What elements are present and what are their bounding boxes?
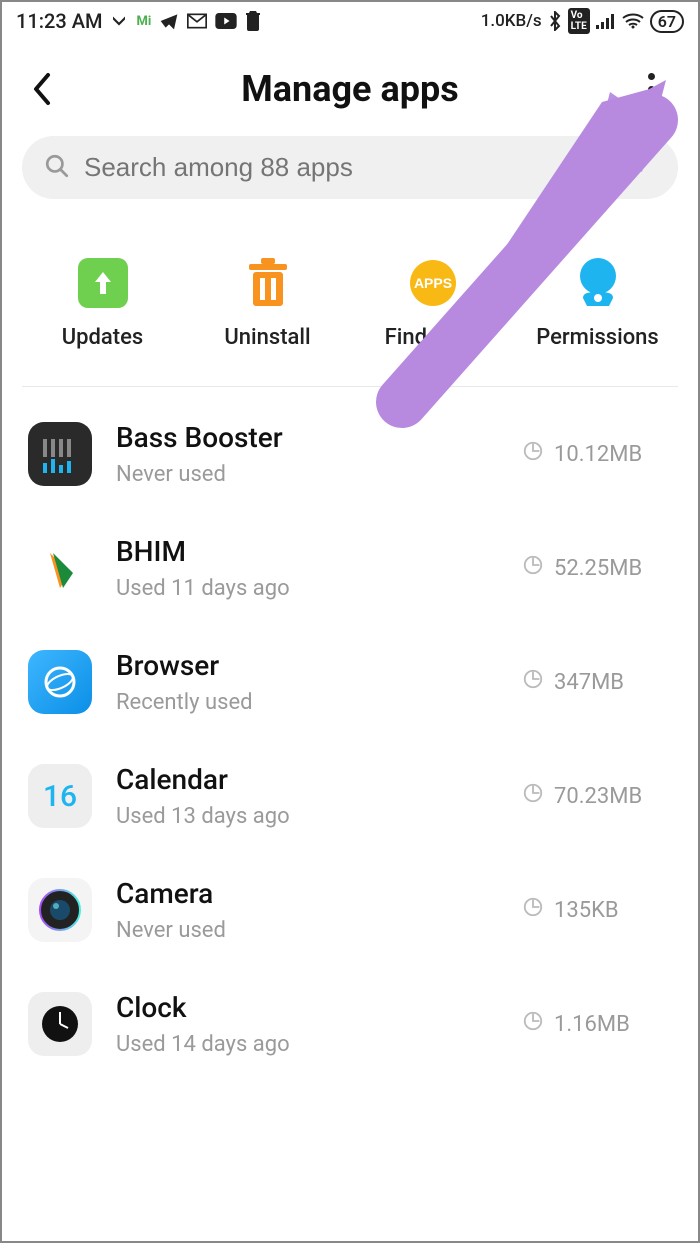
search-input[interactable] — [84, 152, 656, 183]
find-apps-button[interactable]: APPS Find apps — [358, 255, 508, 350]
storage-icon — [522, 782, 544, 810]
search-bar[interactable] — [22, 136, 678, 199]
gmail-icon — [187, 13, 207, 29]
app-size: 135KB — [554, 898, 619, 923]
app-usage: Used 13 days ago — [116, 804, 498, 829]
app-name: Calendar — [116, 763, 498, 796]
permissions-label: Permissions — [536, 325, 659, 350]
app-usage: Never used — [116, 462, 498, 487]
cast-icon — [110, 12, 128, 30]
storage-icon — [522, 440, 544, 468]
app-usage: Used 14 days ago — [116, 1032, 498, 1057]
svg-text:APPS: APPS — [413, 275, 451, 291]
find-apps-icon: APPS — [405, 255, 461, 311]
updates-button[interactable]: Updates — [28, 255, 178, 350]
app-size: 1.16MB — [554, 1012, 630, 1037]
app-name: Clock — [116, 991, 498, 1024]
more-options-button[interactable] — [634, 73, 670, 106]
app-row-calendar[interactable]: 16 Calendar Used 13 days ago 70.23MB — [22, 739, 678, 853]
clock-icon — [28, 992, 92, 1056]
uninstall-label: Uninstall — [224, 325, 310, 350]
status-speed: 1.0KB/s — [481, 11, 542, 31]
page-title: Manage apps — [241, 68, 458, 110]
storage-icon — [522, 668, 544, 696]
app-name: Browser — [116, 649, 498, 682]
app-usage: Used 11 days ago — [116, 576, 498, 601]
back-button[interactable] — [30, 71, 66, 107]
permissions-icon — [570, 255, 626, 311]
app-name: BHIM — [116, 535, 498, 568]
camera-icon — [28, 878, 92, 942]
uninstall-button[interactable]: Uninstall — [193, 255, 343, 350]
app-row-browser[interactable]: Browser Recently used 347MB — [22, 625, 678, 739]
bluetooth-icon — [548, 11, 562, 31]
bass-booster-icon — [28, 422, 92, 486]
app-usage: Never used — [116, 918, 498, 943]
storage-icon — [522, 554, 544, 582]
status-time: 11:23 AM — [16, 9, 102, 33]
calendar-icon: 16 — [28, 764, 92, 828]
uninstall-icon — [240, 255, 296, 311]
browser-icon — [28, 650, 92, 714]
app-name: Camera — [116, 877, 498, 910]
app-list: Bass Booster Never used 10.12MB BHIM Use… — [2, 387, 698, 1091]
app-row-clock[interactable]: Clock Used 14 days ago 1.16MB — [22, 967, 678, 1081]
app-size: 52.25MB — [554, 556, 642, 581]
app-row-bhim[interactable]: BHIM Used 11 days ago 52.25MB — [22, 511, 678, 625]
updates-icon — [75, 255, 131, 311]
app-row-bass-booster[interactable]: Bass Booster Never used 10.12MB — [22, 397, 678, 511]
bhim-icon — [28, 536, 92, 600]
status-bar: 11:23 AM Mi 1.0KB/s VoLTE 67 — [2, 2, 698, 36]
signal-icon — [596, 13, 616, 29]
app-size: 70.23MB — [554, 784, 642, 809]
updates-label: Updates — [62, 325, 143, 350]
search-icon — [44, 153, 70, 183]
battery-indicator: 67 — [650, 10, 684, 33]
telegram-icon — [159, 11, 179, 31]
storage-icon — [522, 896, 544, 924]
find-apps-label: Find apps — [385, 325, 481, 350]
volte-icon: VoLTE — [568, 8, 590, 34]
app-size: 10.12MB — [554, 442, 642, 467]
app-usage: Recently used — [116, 690, 498, 715]
trash-icon — [245, 11, 261, 31]
app-row-camera[interactable]: Camera Never used 135KB — [22, 853, 678, 967]
storage-icon — [522, 1010, 544, 1038]
permissions-button[interactable]: Permissions — [523, 255, 673, 350]
wifi-icon — [622, 13, 644, 29]
app-name: Bass Booster — [116, 421, 498, 454]
mi-credit-icon: Mi — [136, 14, 151, 29]
youtube-icon — [215, 13, 237, 29]
app-size: 347MB — [554, 670, 624, 695]
